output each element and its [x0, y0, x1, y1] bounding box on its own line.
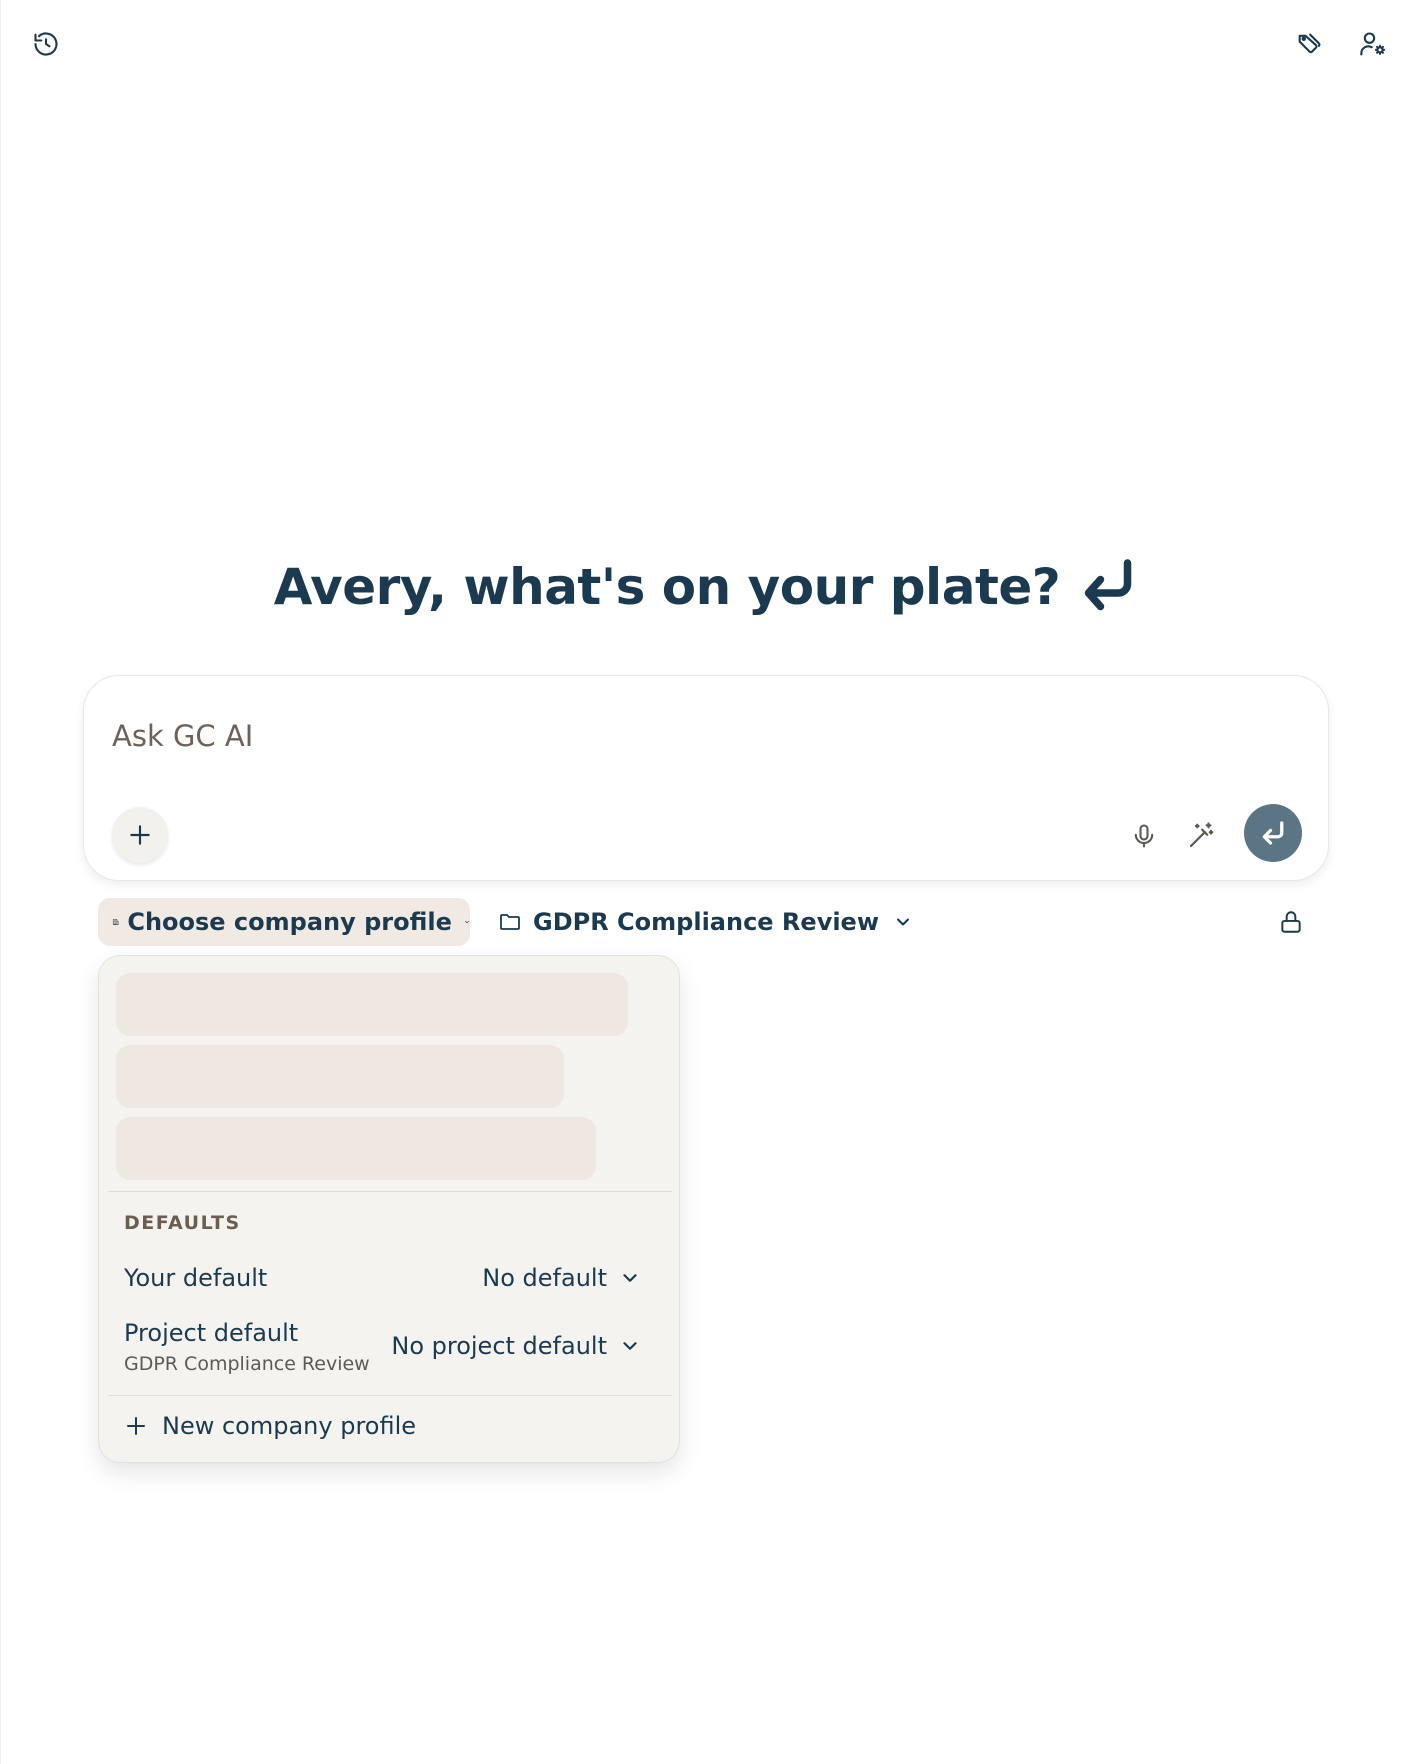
return-arrow-icon — [1085, 559, 1132, 611]
divider — [108, 1191, 672, 1192]
new-company-profile-label: New company profile — [162, 1412, 417, 1440]
enhance-prompt-button[interactable] — [1181, 816, 1221, 856]
send-button[interactable] — [1244, 804, 1302, 862]
lock-icon — [1281, 911, 1301, 933]
context-chip-row: Choose company profile GDPR Compliance R… — [1, 898, 1410, 946]
microphone-icon — [1134, 824, 1154, 848]
greeting-title: Avery, what's on your plate? — [273, 558, 1061, 616]
company-profile-selector[interactable]: Choose company profile — [98, 898, 470, 946]
history-button[interactable] — [26, 24, 66, 64]
magic-wand-icon — [1189, 822, 1214, 848]
project-selector[interactable]: GDPR Compliance Review — [497, 898, 913, 946]
loading-skeleton-row — [116, 1117, 596, 1180]
your-default-value: No default — [482, 1264, 607, 1292]
building-icon — [112, 918, 119, 926]
new-company-profile-button[interactable]: New company profile — [124, 1412, 416, 1440]
folder-icon — [500, 914, 520, 930]
company-profile-label: Choose company profile — [127, 908, 452, 936]
history-icon — [34, 32, 58, 56]
defaults-heading: DEFAULTS — [124, 1212, 241, 1234]
loading-skeleton-row — [116, 1045, 564, 1108]
privacy-lock-button[interactable] — [1273, 904, 1309, 940]
chevron-down-icon — [623, 1342, 637, 1350]
greeting: Avery, what's on your plate? — [1, 556, 1410, 618]
loading-skeleton-row — [116, 973, 628, 1036]
user-settings-icon — [1360, 32, 1386, 56]
chevron-down-icon — [897, 918, 910, 926]
divider — [108, 1395, 672, 1396]
your-default-select[interactable]: No default — [482, 1264, 641, 1292]
company-profile-dropdown: DEFAULTS Your default No default Project… — [98, 955, 680, 1463]
tags-icon — [1298, 33, 1321, 54]
microphone-button[interactable] — [1124, 816, 1164, 856]
project-default-label: Project default — [124, 1319, 299, 1347]
user-settings-button[interactable] — [1353, 24, 1393, 64]
chevron-down-icon — [465, 920, 469, 924]
app-window: Avery, what's on your plate? Ask GC AI C… — [0, 0, 1410, 1764]
project-default-project-name: GDPR Compliance Review — [124, 1353, 370, 1375]
tags-button[interactable] — [1289, 24, 1329, 64]
project-default-value: No project default — [391, 1332, 607, 1360]
chevron-down-icon — [623, 1274, 637, 1282]
send-return-icon — [1262, 821, 1284, 845]
project-default-select[interactable]: No project default — [391, 1332, 641, 1360]
prompt-composer — [83, 675, 1329, 881]
your-default-label: Your default — [124, 1264, 268, 1292]
plus-icon — [127, 1417, 145, 1435]
add-attachment-button[interactable] — [112, 807, 168, 863]
plus-icon — [130, 825, 150, 845]
project-label: GDPR Compliance Review — [533, 908, 880, 936]
prompt-input[interactable] — [112, 706, 1262, 766]
